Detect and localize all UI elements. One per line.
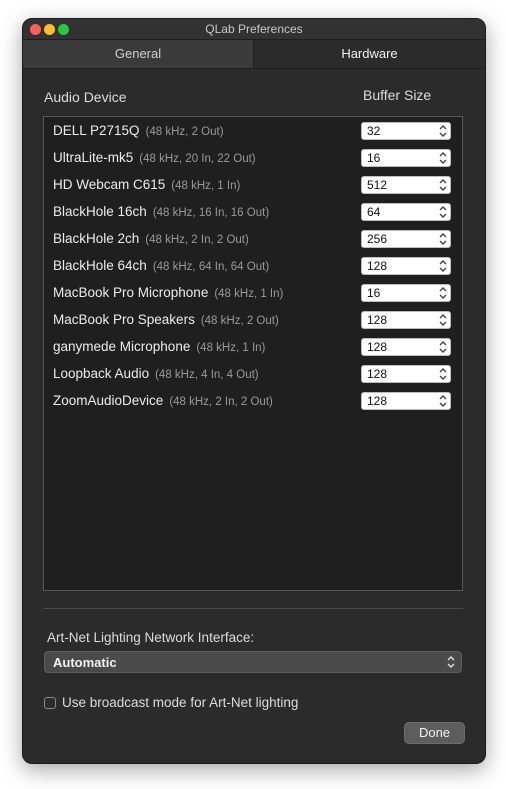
buffer-size-value: 256 [367, 232, 388, 246]
up-down-chevron-icon[interactable] [438, 394, 448, 408]
tab-bar: General Hardware [23, 40, 485, 69]
device-name: DELL P2715Q (48 kHz, 2 Out) [53, 123, 224, 138]
buffer-size-stepper[interactable]: 32 [361, 122, 451, 140]
preferences-window: QLab Preferences General Hardware Audio … [22, 18, 486, 764]
up-down-chevron-icon[interactable] [438, 205, 448, 219]
buffer-size-stepper[interactable]: 128 [361, 338, 451, 356]
device-info: (48 kHz, 2 Out) [145, 126, 224, 138]
buffer-size-stepper[interactable]: 128 [361, 365, 451, 383]
device-row[interactable]: BlackHole 64ch (48 kHz, 64 In, 64 Out) 128 [44, 254, 462, 281]
up-down-chevron-icon [447, 656, 455, 668]
device-name: UltraLite-mk5 (48 kHz, 20 In, 22 Out) [53, 150, 256, 165]
buffer-size-value: 16 [367, 151, 381, 165]
device-name-text: MacBook Pro Speakers [53, 312, 195, 327]
section-divider [43, 608, 463, 609]
tab-general[interactable]: General [23, 40, 254, 68]
up-down-chevron-icon[interactable] [438, 313, 448, 327]
device-info: (48 kHz, 16 In, 16 Out) [152, 207, 270, 219]
device-info: (48 kHz, 64 In, 64 Out) [152, 261, 270, 273]
device-name: BlackHole 2ch (48 kHz, 2 In, 2 Out) [53, 231, 249, 246]
up-down-chevron-icon[interactable] [438, 151, 448, 165]
broadcast-mode-label[interactable]: Use broadcast mode for Art-Net lighting [62, 695, 298, 710]
device-name-text: Loopback Audio [53, 366, 150, 381]
buffer-size-value: 32 [367, 124, 381, 138]
title-bar: QLab Preferences [23, 19, 485, 40]
broadcast-mode-checkbox[interactable] [44, 697, 56, 709]
buffer-size-value: 128 [367, 394, 388, 408]
buffer-size-stepper[interactable]: 512 [361, 176, 451, 194]
buffer-size-stepper[interactable]: 128 [361, 392, 451, 410]
up-down-chevron-icon[interactable] [438, 259, 448, 273]
device-name: Loopback Audio (48 kHz, 4 In, 4 Out) [53, 366, 259, 381]
device-row[interactable]: MacBook Pro Microphone (48 kHz, 1 In) 16 [44, 281, 462, 308]
device-name: ZoomAudioDevice (48 kHz, 2 In, 2 Out) [53, 393, 273, 408]
device-row[interactable]: BlackHole 2ch (48 kHz, 2 In, 2 Out) 256 [44, 227, 462, 254]
device-info: (48 kHz, 20 In, 22 Out) [139, 153, 256, 165]
up-down-chevron-icon[interactable] [438, 286, 448, 300]
buffer-size-value: 128 [367, 367, 388, 381]
device-name: BlackHole 16ch (48 kHz, 16 In, 16 Out) [53, 204, 269, 219]
device-row[interactable]: UltraLite-mk5 (48 kHz, 20 In, 22 Out) 16 [44, 146, 462, 173]
device-row[interactable]: ZoomAudioDevice (48 kHz, 2 In, 2 Out) 128 [44, 389, 462, 416]
device-name-text: BlackHole 64ch [53, 258, 147, 273]
artnet-interface-select[interactable]: Automatic [44, 651, 462, 673]
up-down-chevron-icon[interactable] [438, 367, 448, 381]
up-down-chevron-icon[interactable] [438, 340, 448, 354]
device-name: BlackHole 64ch (48 kHz, 64 In, 64 Out) [53, 258, 269, 273]
device-row[interactable]: Loopback Audio (48 kHz, 4 In, 4 Out) 128 [44, 362, 462, 389]
device-name-text: DELL P2715Q [53, 123, 140, 138]
device-info: (48 kHz, 2 In, 2 Out) [145, 234, 249, 246]
device-info: (48 kHz, 1 In) [214, 288, 284, 300]
buffer-size-value: 64 [367, 205, 381, 219]
device-info: (48 kHz, 4 In, 4 Out) [155, 369, 259, 381]
buffer-size-value: 512 [367, 178, 388, 192]
buffer-size-header: Buffer Size [363, 87, 432, 103]
device-row[interactable]: MacBook Pro Speakers (48 kHz, 2 Out) 128 [44, 308, 462, 335]
window-title: QLab Preferences [205, 22, 303, 36]
buffer-size-stepper[interactable]: 64 [361, 203, 451, 221]
artnet-interface-value: Automatic [53, 655, 117, 670]
buffer-size-value: 128 [367, 313, 388, 327]
device-info: (48 kHz, 1 In) [196, 342, 266, 354]
device-row[interactable]: HD Webcam C615 (48 kHz, 1 In) 512 [44, 173, 462, 200]
buffer-size-stepper[interactable]: 16 [361, 149, 451, 167]
device-row[interactable]: ganymede Microphone (48 kHz, 1 In) 128 [44, 335, 462, 362]
device-row[interactable]: DELL P2715Q (48 kHz, 2 Out) 32 [44, 119, 462, 146]
audio-device-header: Audio Device [44, 89, 127, 105]
buffer-size-value: 128 [367, 340, 388, 354]
device-name-text: HD Webcam C615 [53, 177, 166, 192]
device-info: (48 kHz, 2 Out) [200, 315, 279, 327]
buffer-size-stepper[interactable]: 16 [361, 284, 451, 302]
buffer-size-value: 16 [367, 286, 381, 300]
buffer-size-stepper[interactable]: 128 [361, 311, 451, 329]
artnet-interface-label: Art-Net Lighting Network Interface: [47, 630, 255, 645]
buffer-size-value: 128 [367, 259, 388, 273]
device-name-text: ZoomAudioDevice [53, 393, 164, 408]
device-name: MacBook Pro Speakers (48 kHz, 2 Out) [53, 312, 279, 327]
tab-hardware[interactable]: Hardware [254, 40, 485, 68]
buffer-size-stepper[interactable]: 128 [361, 257, 451, 275]
device-name-text: BlackHole 2ch [53, 231, 140, 246]
device-info: (48 kHz, 2 In, 2 Out) [169, 396, 273, 408]
device-name-text: BlackHole 16ch [53, 204, 147, 219]
buffer-size-stepper[interactable]: 256 [361, 230, 451, 248]
done-button[interactable]: Done [404, 722, 465, 744]
device-name: ganymede Microphone (48 kHz, 1 In) [53, 339, 265, 354]
up-down-chevron-icon[interactable] [438, 178, 448, 192]
device-name-text: MacBook Pro Microphone [53, 285, 209, 300]
device-name-text: ganymede Microphone [53, 339, 191, 354]
up-down-chevron-icon[interactable] [438, 124, 448, 138]
device-name: MacBook Pro Microphone (48 kHz, 1 In) [53, 285, 283, 300]
device-info: (48 kHz, 1 In) [171, 180, 241, 192]
device-row[interactable]: BlackHole 16ch (48 kHz, 16 In, 16 Out) 64 [44, 200, 462, 227]
up-down-chevron-icon[interactable] [438, 232, 448, 246]
device-name-text: UltraLite-mk5 [53, 150, 134, 165]
audio-device-list[interactable]: DELL P2715Q (48 kHz, 2 Out) 32 UltraLite-mk… [43, 116, 463, 591]
device-name: HD Webcam C615 (48 kHz, 1 In) [53, 177, 240, 192]
